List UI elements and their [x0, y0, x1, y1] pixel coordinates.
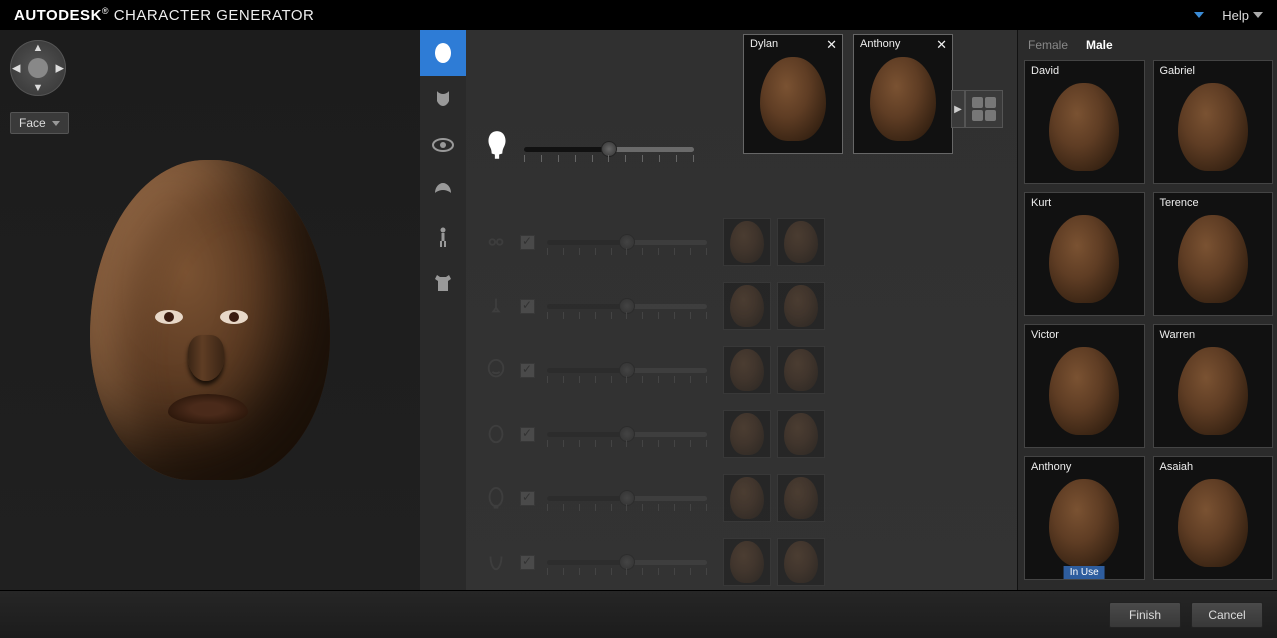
category-body[interactable]	[420, 214, 466, 260]
main-area: ▲ ▼ ▶ ◀ Face	[0, 30, 1277, 590]
feature-row	[484, 274, 1003, 338]
feature-row	[484, 210, 1003, 274]
feature-source-b-thumb[interactable]	[777, 218, 825, 266]
feature-lock-checkbox[interactable]	[520, 235, 535, 250]
app-header: AUTODESK® CHARACTER GENERATOR Help	[0, 0, 1277, 30]
category-strip	[420, 30, 466, 590]
feature-source-b-thumb[interactable]	[777, 538, 825, 586]
feature-row	[484, 402, 1003, 466]
library-item-label: Victor	[1031, 329, 1059, 341]
feature-lock-checkbox[interactable]	[520, 555, 535, 570]
mouth-region-icon	[484, 358, 508, 382]
blend-panel: Dylan ✕ Anthony ✕ ▶	[466, 30, 1017, 590]
view-mode-dropdown[interactable]: Face	[10, 112, 69, 134]
library-item[interactable]: David	[1024, 60, 1145, 184]
feature-blend-slider[interactable]	[547, 294, 707, 318]
feature-row	[484, 466, 1003, 530]
help-menu[interactable]: Help	[1222, 8, 1263, 23]
eyes-region-icon	[484, 230, 508, 254]
feature-source-a-thumb[interactable]	[723, 282, 771, 330]
source-a-card[interactable]: Dylan ✕	[743, 34, 843, 154]
tab-female[interactable]: Female	[1028, 38, 1068, 52]
feature-blend-slider[interactable]	[547, 230, 707, 254]
feature-sliders	[484, 210, 1003, 590]
finish-button[interactable]: Finish	[1109, 602, 1181, 628]
library-item-label: David	[1031, 65, 1059, 77]
feature-source-a-thumb[interactable]	[723, 538, 771, 586]
feature-source-b-thumb[interactable]	[777, 346, 825, 394]
nose-region-icon	[484, 294, 508, 318]
feature-lock-checkbox[interactable]	[520, 363, 535, 378]
category-hair[interactable]	[420, 168, 466, 214]
library-item-label: Kurt	[1031, 197, 1051, 209]
feature-row	[484, 530, 1003, 590]
viewport-panel: ▲ ▼ ▶ ◀ Face	[0, 30, 420, 590]
library-item[interactable]: Asaiah	[1153, 456, 1274, 580]
app-logo: AUTODESK® CHARACTER GENERATOR	[14, 6, 314, 24]
feature-source-b-thumb[interactable]	[777, 410, 825, 458]
remove-source-b[interactable]: ✕	[936, 37, 947, 53]
library-item[interactable]: Terence	[1153, 192, 1274, 316]
cancel-button[interactable]: Cancel	[1191, 602, 1263, 628]
library-item-label: Gabriel	[1160, 65, 1195, 77]
source-b-card[interactable]: Anthony ✕	[853, 34, 953, 154]
library-scroll[interactable]: David Gabriel Kurt Terence Victor Warren Antho…	[1018, 60, 1277, 590]
category-skin[interactable]	[420, 76, 466, 122]
in-use-badge: In Use	[1064, 566, 1105, 579]
expand-library-toggle[interactable]: ▶	[951, 90, 965, 128]
grid-toggle-button[interactable]	[965, 90, 1003, 128]
master-blend-row	[484, 130, 734, 167]
library-item[interactable]: Kurt	[1024, 192, 1145, 316]
feature-lock-checkbox[interactable]	[520, 491, 535, 506]
character-preview[interactable]	[70, 160, 350, 540]
library-item[interactable]: Victor	[1024, 324, 1145, 448]
orbit-control[interactable]: ▲ ▼ ▶ ◀	[10, 40, 66, 96]
footer-bar: Finish Cancel	[0, 590, 1277, 638]
library-item-label: Warren	[1160, 329, 1196, 341]
feature-source-b-thumb[interactable]	[777, 282, 825, 330]
category-clothing[interactable]	[420, 260, 466, 306]
master-blend-slider[interactable]	[524, 137, 694, 161]
feature-source-a-thumb[interactable]	[723, 474, 771, 522]
chevron-down-icon	[1253, 12, 1263, 18]
library-item[interactable]: Gabriel	[1153, 60, 1274, 184]
chevron-down-icon	[52, 121, 60, 126]
library-item-label: Terence	[1160, 197, 1199, 209]
library-panel: Female Male David Gabriel Kurt Terence Victo…	[1017, 30, 1277, 590]
feature-lock-checkbox[interactable]	[520, 427, 535, 442]
gender-tabs: Female Male	[1018, 30, 1277, 60]
chin-region-icon	[484, 550, 508, 574]
category-eyes[interactable]	[420, 122, 466, 168]
feature-source-a-thumb[interactable]	[723, 346, 771, 394]
feature-source-b-thumb[interactable]	[777, 474, 825, 522]
tab-male[interactable]: Male	[1086, 38, 1113, 52]
feature-blend-slider[interactable]	[547, 358, 707, 382]
feature-blend-slider[interactable]	[547, 486, 707, 510]
library-item[interactable]: Warren	[1153, 324, 1274, 448]
head-shape-region-icon	[484, 486, 508, 510]
library-item[interactable]: Anthony In Use	[1024, 456, 1145, 580]
feature-row	[484, 338, 1003, 402]
feature-blend-slider[interactable]	[547, 422, 707, 446]
library-item-label: Anthony	[1031, 461, 1071, 473]
account-dropdown-icon[interactable]	[1194, 12, 1204, 18]
library-item-label: Asaiah	[1160, 461, 1194, 473]
head-silhouette-icon	[484, 130, 510, 167]
feature-blend-slider[interactable]	[547, 550, 707, 574]
feature-source-a-thumb[interactable]	[723, 218, 771, 266]
feature-source-a-thumb[interactable]	[723, 410, 771, 458]
feature-lock-checkbox[interactable]	[520, 299, 535, 314]
remove-source-a[interactable]: ✕	[826, 37, 837, 53]
ears-region-icon	[484, 422, 508, 446]
category-face[interactable]	[420, 30, 466, 76]
